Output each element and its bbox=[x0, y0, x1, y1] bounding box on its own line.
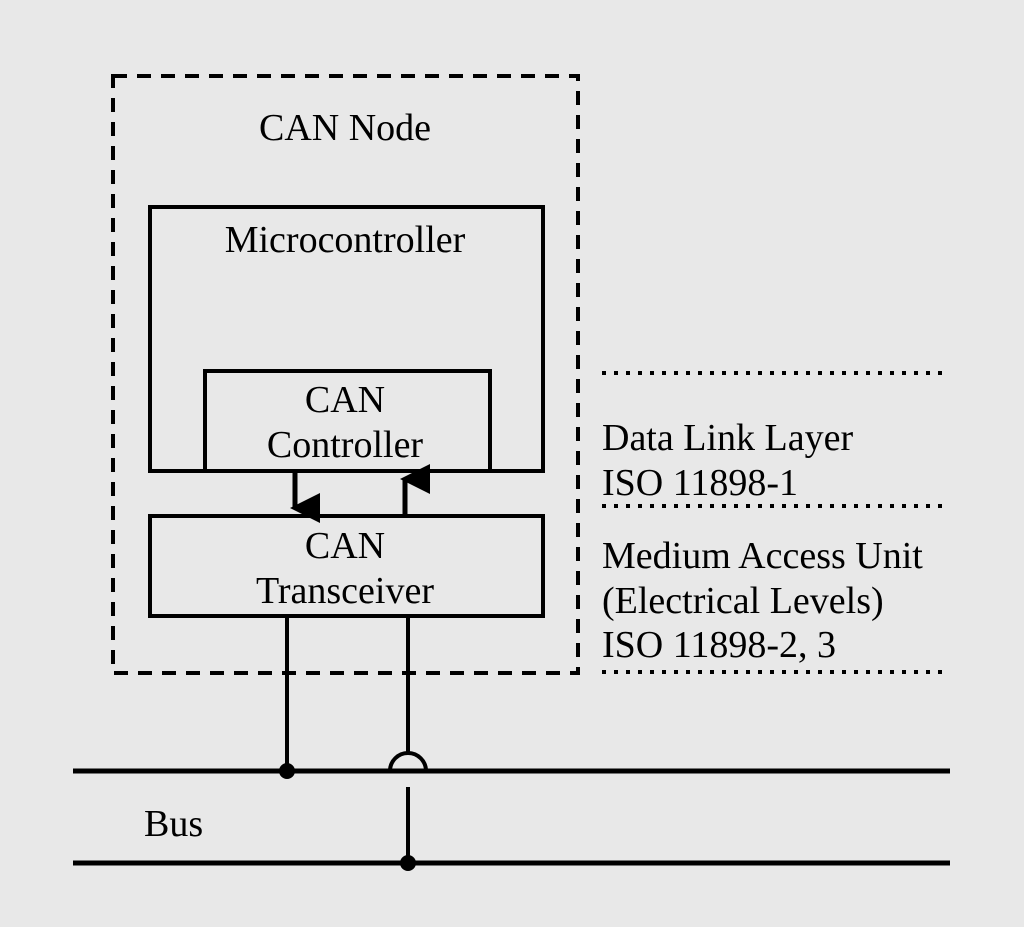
connection-dot-bottom bbox=[400, 855, 416, 871]
datalink-label-2: ISO 11898-1 bbox=[602, 462, 798, 504]
can-controller-label-1: CAN bbox=[305, 379, 385, 421]
datalink-label-1: Data Link Layer bbox=[602, 417, 853, 459]
can-transceiver-label-1: CAN bbox=[305, 525, 385, 567]
medium-label-2: (Electrical Levels) bbox=[602, 580, 884, 622]
can-controller-label-2: Controller bbox=[267, 424, 424, 466]
bus-hop-arc bbox=[390, 753, 426, 771]
connection-dot-top bbox=[279, 763, 295, 779]
can-node-title: CAN Node bbox=[259, 107, 431, 149]
bus-label: Bus bbox=[144, 803, 203, 845]
microcontroller-label: Microcontroller bbox=[225, 219, 466, 261]
diagram-svg: CAN Node Microcontroller CAN Controller … bbox=[0, 0, 1024, 922]
medium-label-1: Medium Access Unit bbox=[602, 535, 923, 577]
medium-label-3: ISO 11898-2, 3 bbox=[602, 624, 836, 666]
can-node-diagram: CAN Node Microcontroller CAN Controller … bbox=[0, 0, 1024, 922]
can-transceiver-label-2: Transceiver bbox=[256, 570, 434, 612]
